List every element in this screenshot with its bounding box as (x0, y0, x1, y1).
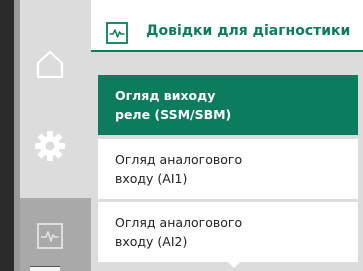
diagnostics-pulse-icon (37, 223, 63, 249)
nav-rail (0, 0, 91, 271)
menu-item-line2: входу (AI2) (115, 234, 188, 249)
home-icon (36, 50, 64, 79)
menu-item-line1: Огляд аналогового (115, 215, 243, 230)
menu-item-line1: Огляд аналогового (115, 152, 243, 167)
main-content: Довідки для діагностики Огляд виходу рел… (91, 0, 363, 271)
nav-item-diagnostics[interactable] (30, 216, 70, 256)
nav-item-settings[interactable] (30, 126, 70, 166)
diagnostics-pulse-icon (106, 22, 128, 44)
menu-item-line1: Огляд виходу (115, 88, 216, 103)
menu-item-relay-output[interactable]: Огляд виходу реле (SSM/SBM) (98, 75, 358, 135)
gear-icon (35, 131, 65, 161)
scroll-down-icon[interactable] (228, 262, 240, 268)
header-divider (91, 50, 363, 52)
nav-item-home[interactable] (30, 44, 70, 84)
menu-item-analog-input-ai1[interactable]: Огляд аналогового входу (AI1) (98, 139, 358, 199)
menu-item-line2: входу (AI1) (115, 171, 188, 186)
page-header: Довідки для діагностики (91, 0, 363, 50)
rail-edge (0, 0, 14, 271)
rail-bottom-item (30, 266, 60, 271)
page-title: Довідки для діагностики (146, 23, 351, 39)
menu-item-line2: реле (SSM/SBM) (115, 107, 232, 122)
menu-item-analog-input-ai2[interactable]: Огляд аналогового входу (AI2) (98, 202, 358, 262)
